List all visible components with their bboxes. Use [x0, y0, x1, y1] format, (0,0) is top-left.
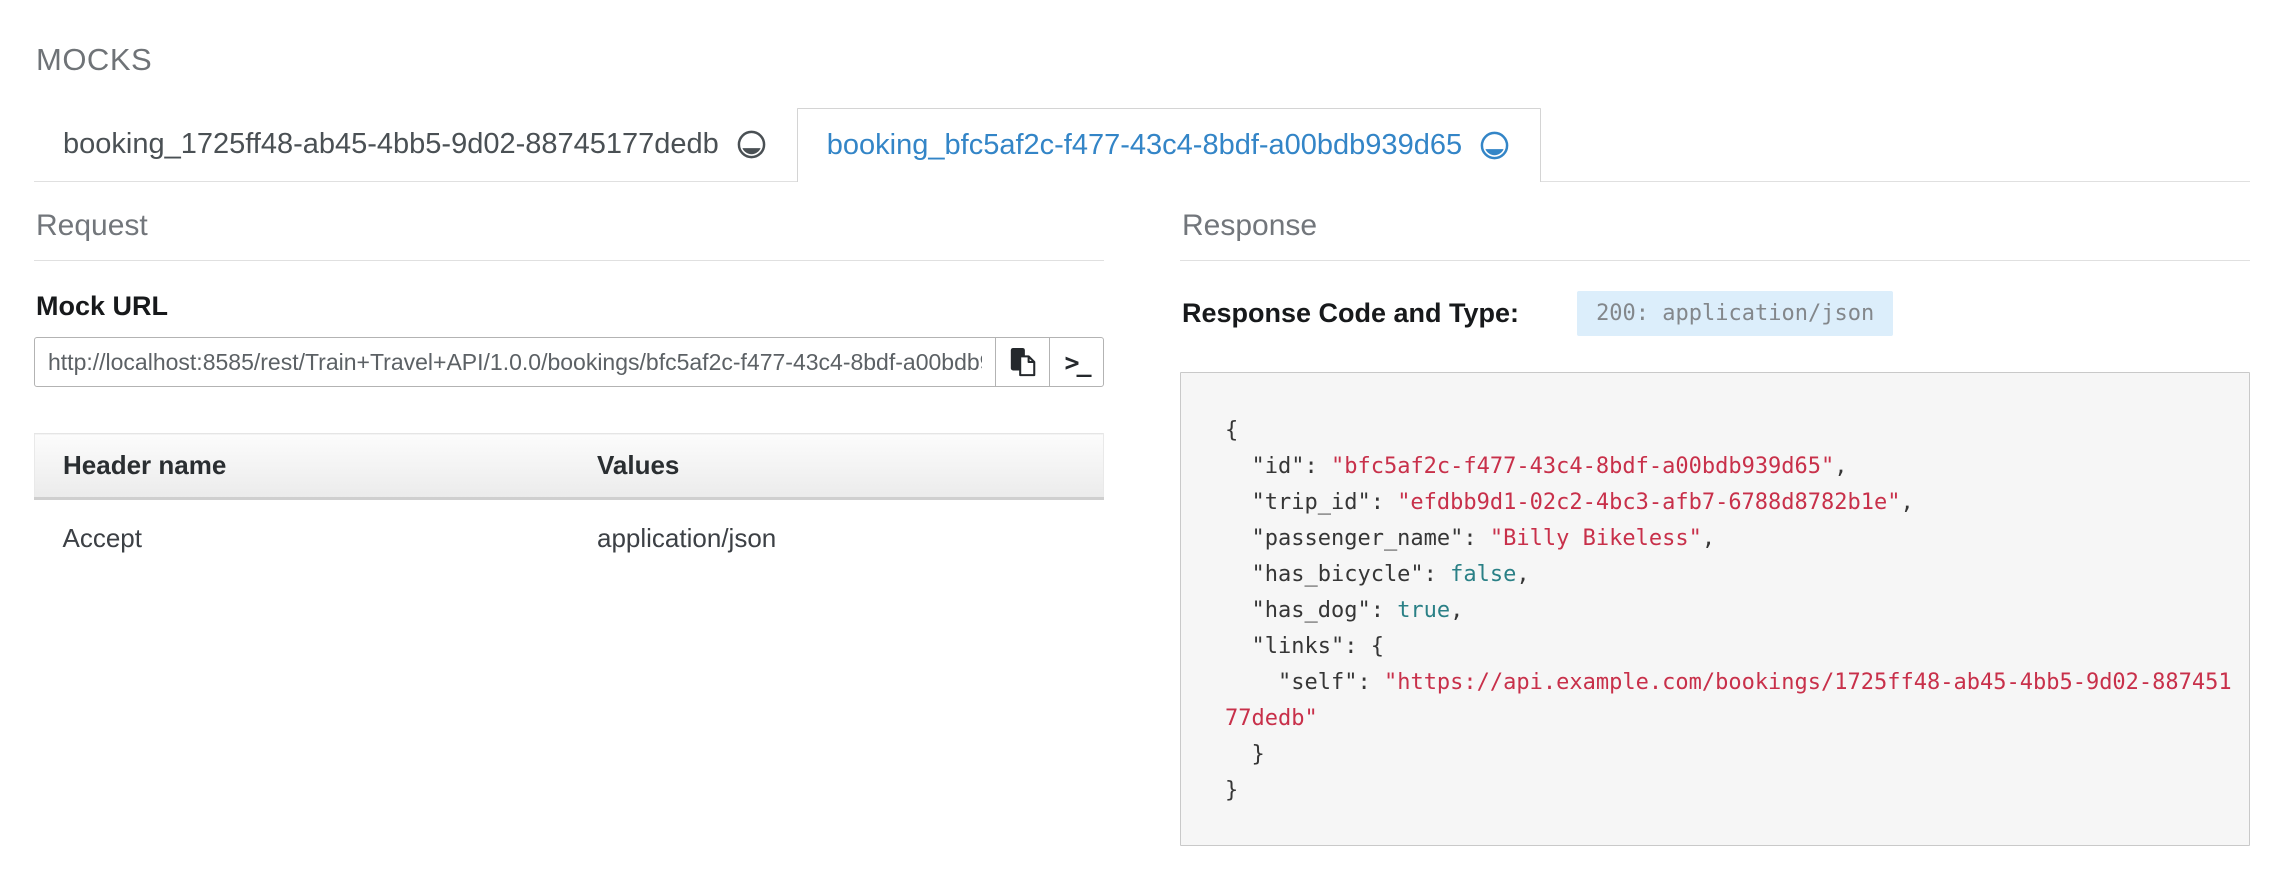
operation-status-icon [735, 128, 768, 161]
tab-label: booking_bfc5af2c-f477-43c4-8bdf-a00bdb93… [827, 129, 1462, 162]
header-name-cell: Accept [35, 499, 570, 578]
tab-label: booking_1725ff48-ab45-4bb5-9d02-88745177… [63, 128, 719, 161]
operation-status-icon [1478, 129, 1511, 162]
response-code-badge: 200: application/json [1577, 291, 1893, 336]
mock-tabs: booking_1725ff48-ab45-4bb5-9d02-88745177… [34, 108, 2250, 182]
code-line: "id": "bfc5af2c-f477-43c4-8bdf-a00bdb939… [1225, 449, 2205, 485]
response-section: Response Response Code and Type: 200: ap… [1180, 208, 2250, 846]
code-line: } [1225, 773, 2205, 809]
code-line: "self": "https://api.example.com/booking… [1225, 665, 2205, 701]
column-header-name: Header name [35, 434, 570, 499]
page-title: MOCKS [36, 42, 2250, 78]
tab-booking-bfc5af2c[interactable]: booking_bfc5af2c-f477-43c4-8bdf-a00bdb93… [797, 108, 1541, 182]
terminal-icon: >_ [1064, 348, 1088, 377]
code-line: "links": { [1225, 629, 2205, 665]
mock-url-label: Mock URL [36, 291, 1104, 322]
code-line: } [1225, 737, 2205, 773]
terminal-button[interactable]: >_ [1049, 337, 1104, 387]
mock-url-group: >_ [34, 337, 1104, 387]
mocks-page: MOCKS booking_1725ff48-ab45-4bb5-9d02-88… [0, 0, 2284, 846]
table-header-row: Header name Values [35, 434, 1104, 499]
mock-url-input[interactable] [34, 337, 996, 387]
code-line: "has_bicycle": false, [1225, 557, 2205, 593]
table-row: Accept application/json [35, 499, 1104, 578]
copy-url-button[interactable] [995, 337, 1050, 387]
code-line: 77dedb" [1225, 701, 2205, 737]
copy-icon [1008, 346, 1038, 378]
request-heading: Request [34, 208, 1104, 261]
code-line: "trip_id": "efdbb9d1-02c2-4bc3-afb7-6788… [1225, 485, 2205, 521]
code-line: "passenger_name": "Billy Bikeless", [1225, 521, 2205, 557]
code-line: { [1225, 413, 2205, 449]
request-section: Request Mock URL >_ [34, 208, 1104, 846]
code-line: "has_dog": true, [1225, 593, 2205, 629]
response-body-block: { "id": "bfc5af2c-f477-43c4-8bdf-a00bdb9… [1180, 372, 2250, 846]
response-code-label: Response Code and Type: [1182, 298, 1519, 329]
request-headers-table: Header name Values Accept application/js… [34, 433, 1104, 577]
tab-booking-1725ff48[interactable]: booking_1725ff48-ab45-4bb5-9d02-88745177… [34, 108, 797, 181]
column-header-values: Values [569, 434, 1104, 499]
response-heading: Response [1180, 208, 2250, 261]
header-value-cell: application/json [569, 499, 1104, 578]
